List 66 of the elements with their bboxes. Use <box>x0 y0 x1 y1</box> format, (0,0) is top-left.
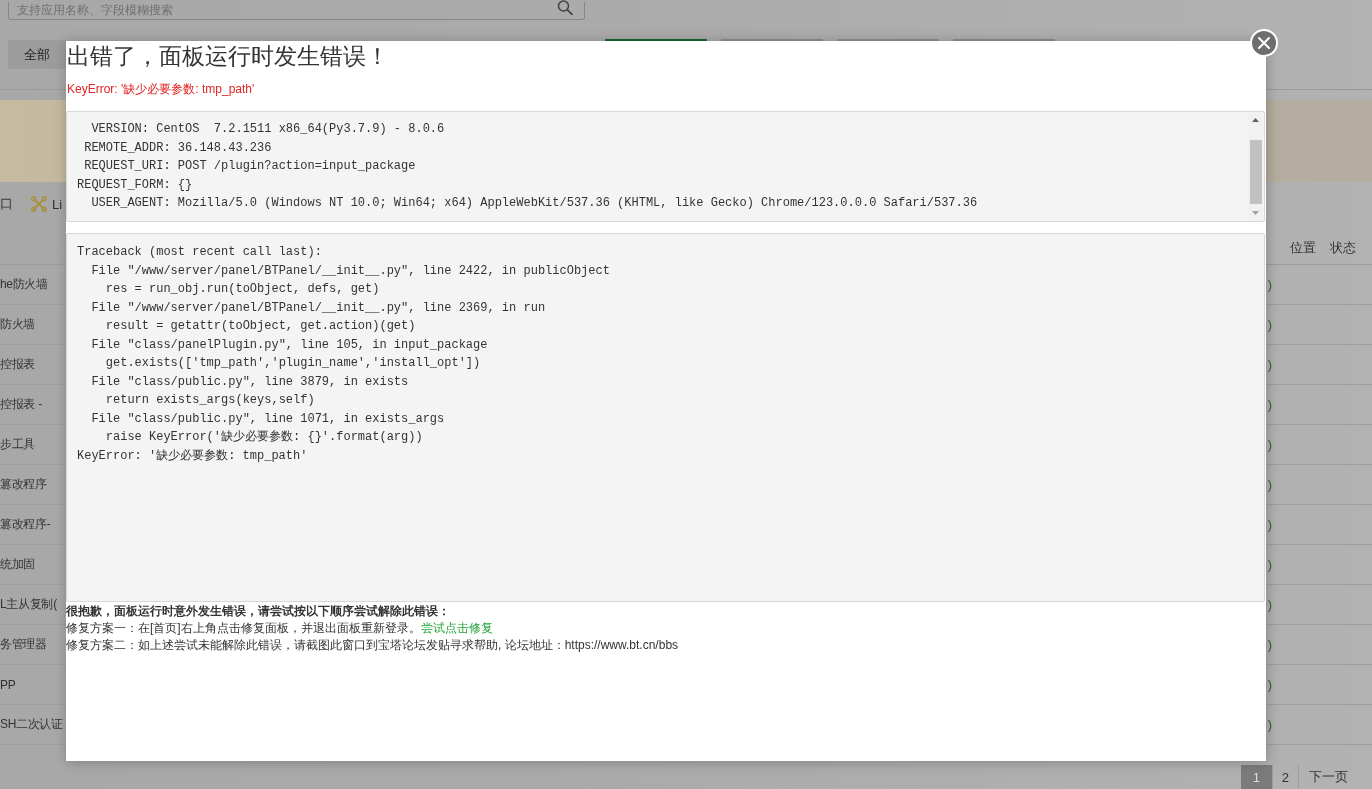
search-icon[interactable] <box>557 0 573 15</box>
status-text: ) <box>1267 357 1272 372</box>
code-line: get.exists(['tmp_path','plugin_name','install_opt']) <box>104 355 482 372</box>
code-line: result = getattr(toObject, get.action)(get) <box>104 318 417 335</box>
table-cell: 篡改程序 <box>0 476 47 493</box>
table-cell: he防火墙 <box>0 276 48 293</box>
status-text: ) <box>1267 437 1272 452</box>
help-text: 修复方案二：如上述尝试未能解除此错误，请截图此窗口到宝塔论坛发贴寻求帮助, 论坛地址：https://www.bt.cn/bbs <box>66 637 680 654</box>
status-text: ) <box>1267 477 1272 492</box>
code-line: USER_AGENT: Mozilla/5.0 (Windows NT 10.0; Win64; x64) AppleWebKit/537.36 (KHTML, like Gecko) Chrome/123.0.0.0 Safari/537.36 <box>90 195 979 212</box>
status-text: ) <box>1267 517 1272 532</box>
code-line: File "class/public.py", line 1071, in exists_args <box>90 410 446 428</box>
tab-edge[interactable] <box>953 39 1055 41</box>
tools-icon[interactable] <box>31 196 47 212</box>
table-cell: L主从复制( <box>0 596 57 613</box>
table-cell: 务管理器 <box>0 636 47 653</box>
repair-link[interactable]: 尝试点击修复 <box>420 621 493 635</box>
code-line: REQUEST_FORM: {} <box>77 176 194 194</box>
status-text: ) <box>1267 637 1272 652</box>
table-cell: 防火墙 <box>0 316 36 333</box>
status-text: ) <box>1267 677 1272 692</box>
table-cell: 步工具 <box>0 436 36 453</box>
page-button[interactable]: 2 <box>1271 765 1298 789</box>
close-icon <box>1258 37 1270 49</box>
code-line: File "class/panelPlugin.py", line 105, in input_package <box>90 336 489 354</box>
table-cell: PP <box>0 677 16 692</box>
code-line: REQUEST_URI: POST /plugin?action=input_package <box>83 158 417 175</box>
error-message: KeyError: '缺少必要参数: tmp_path' <box>66 81 256 97</box>
toolbar-label[interactable]: 口 <box>0 195 13 213</box>
code-line: File "/www/server/panel/BTPanel/__init__.py", line 2422, in publicObject <box>90 262 611 280</box>
table-cell: 控报表 - <box>0 396 42 413</box>
column-header: 位置 <box>1290 239 1316 257</box>
tab-edge[interactable] <box>605 39 707 41</box>
code-line: raise KeyError('缺少必要参数: {}'.format(arg)) <box>104 429 424 446</box>
dialog-title: 出错了，面板运行时发生错误！ <box>66 42 390 71</box>
table-cell: 统加固 <box>0 556 36 573</box>
close-button[interactable] <box>1250 29 1278 57</box>
status-text: ) <box>1267 277 1272 292</box>
help-heading: 很抱歉，面板运行时意外发生错误，请尝试按以下顺序尝试解除此错误： <box>66 603 451 620</box>
next-page-button[interactable]: 下一页 <box>1298 765 1358 789</box>
status-text: ) <box>1267 557 1272 572</box>
category-tab[interactable]: 全部 <box>8 40 66 69</box>
scroll-up-icon[interactable] <box>1252 118 1259 122</box>
tab-edge[interactable] <box>837 39 939 41</box>
code-line: return exists_args(keys,self) <box>104 392 316 409</box>
scroll-thumb[interactable] <box>1249 140 1262 204</box>
help-text: 修复方案一：在[首页]右上角点击修复面板，并退出面板重新登录。尝试点击修复 <box>66 620 494 637</box>
tab-edge[interactable] <box>721 39 823 41</box>
toolbar-label[interactable]: Li <box>52 196 63 212</box>
code-line: KeyError: '缺少必要参数: tmp_path' <box>77 447 309 465</box>
code-line: res = run_obj.run(toObject, defs, get) <box>104 281 381 298</box>
code-line: Traceback (most recent call last): <box>77 244 323 261</box>
status-text: ) <box>1267 397 1272 412</box>
status-text: ) <box>1267 597 1272 612</box>
page-button[interactable]: 1 <box>1240 765 1272 789</box>
status-text: ) <box>1267 317 1272 332</box>
code-line: VERSION: CentOS 7.2.1511 x86_64(Py3.7.9) - 8.0.6 <box>90 121 446 138</box>
code-line: File "/www/server/panel/BTPanel/__init__.py", line 2369, in run <box>90 299 547 317</box>
scroll-down-icon[interactable] <box>1252 211 1259 215</box>
column-header: 状态 <box>1330 239 1356 257</box>
status-text: ) <box>1267 717 1272 732</box>
table-cell: 篡改程序- <box>0 516 51 533</box>
table-cell: SH二次认证 <box>0 716 63 733</box>
code-line: REMOTE_ADDR: 36.148.43.236 <box>83 139 273 157</box>
code-line: File "class/public.py", line 3879, in exists <box>90 373 410 391</box>
table-cell: 控报表 <box>0 356 36 373</box>
